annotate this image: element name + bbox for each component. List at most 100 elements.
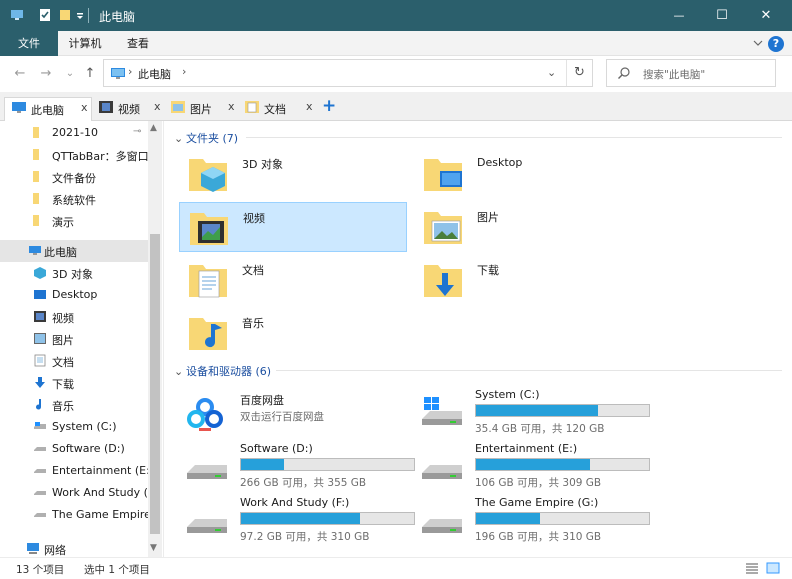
nav-item-drive-g[interactable]: The Game Empire (G:) (0, 504, 148, 526)
nav-item-drive-e[interactable]: Entertainment (E:) (0, 460, 148, 482)
title-bar: 此电脑 — ☐ ✕ (0, 0, 792, 31)
close-button[interactable]: ✕ (743, 0, 789, 31)
new-folder-icon[interactable] (58, 8, 72, 22)
ribbon-tab-view[interactable]: 查看 (116, 31, 160, 56)
refresh-icon[interactable]: ↻ (574, 65, 585, 80)
folder-3d-objects[interactable]: 3D 对象 (179, 149, 407, 199)
nav-item-drive-f[interactable]: Work And Study (F:) (0, 482, 148, 504)
nav-item-this-pc[interactable]: 此电脑 (0, 240, 148, 262)
drive-usage-bar (240, 458, 415, 471)
folder-documents[interactable]: 文档 (179, 255, 407, 305)
close-tab-icon[interactable]: x (154, 100, 161, 113)
large-icons-view-icon[interactable] (766, 562, 780, 574)
close-tab-icon[interactable]: x (81, 101, 88, 114)
scrollbar-thumb[interactable] (150, 234, 160, 534)
maximize-button[interactable]: ☐ (699, 0, 745, 31)
nav-item-documents[interactable]: 文档 (0, 350, 148, 372)
drive-usage-bar (475, 512, 650, 525)
folder-icon (33, 215, 39, 226)
nav-item-qttabbar[interactable]: QTTabBar：多窗口 (0, 144, 148, 166)
tab-pictures[interactable]: 图片 x (170, 97, 240, 121)
recent-locations-button[interactable]: ⌄ (62, 66, 78, 82)
nav-item-pictures[interactable]: 图片 (0, 328, 148, 350)
breadcrumb-separator-icon[interactable]: › (128, 65, 132, 78)
folder-videos[interactable]: 视频 (179, 202, 407, 252)
nav-item-drive-d[interactable]: Software (D:) (0, 438, 148, 460)
devices-group-header[interactable]: ⌄ 设备和驱动器 (6) (174, 363, 271, 379)
drive-d[interactable]: Software (D:) 266 GB 可用，共 355 GB (179, 439, 415, 493)
folder-icon (33, 193, 39, 204)
title-separator (88, 8, 89, 23)
navigation-pane: 2021-10 ⊸ QTTabBar：多窗口 文件备份 系统软件 演示 此电脑 … (0, 121, 163, 557)
group-divider (276, 370, 782, 371)
drive-icon (187, 465, 227, 479)
baidu-netdisk[interactable]: 百度网盘 双击运行百度网盘 (179, 389, 411, 443)
nav-item-3d-objects[interactable]: 3D 对象 (0, 262, 148, 284)
nav-item-system-software[interactable]: 系统软件 (0, 188, 148, 210)
help-button[interactable]: ? (768, 36, 784, 52)
ribbon: 文件 计算机 查看 ? (0, 31, 792, 56)
tab-this-pc[interactable]: 此电脑 x (4, 97, 92, 121)
folder-music[interactable]: 音乐 (179, 308, 407, 358)
folder-desktop[interactable]: Desktop (414, 149, 642, 199)
breadcrumb-separator-icon[interactable]: › (182, 65, 186, 78)
ribbon-tab-file[interactable]: 文件 (0, 31, 58, 56)
scroll-up-icon[interactable]: ▲ (150, 123, 157, 133)
this-pc-icon[interactable] (10, 8, 24, 22)
pin-icon[interactable]: ⊸ (133, 126, 141, 137)
address-dropdown-icon[interactable]: ⌄ (547, 66, 556, 79)
pictures-icon (34, 333, 46, 344)
search-box[interactable]: 搜索"此电脑" (606, 59, 776, 87)
details-view-icon[interactable] (745, 562, 759, 574)
group-divider (246, 137, 782, 138)
drive-subtitle: 双击运行百度网盘 (240, 411, 324, 423)
drive-name: 百度网盘 (240, 394, 284, 407)
expand-ribbon-icon[interactable] (752, 37, 764, 49)
nav-item-2021-10[interactable]: 2021-10 ⊸ (0, 122, 148, 144)
download-icon (35, 377, 45, 388)
3d-objects-folder-icon (189, 159, 227, 192)
nav-item-videos[interactable]: 视频 (0, 306, 148, 328)
nav-item-demo[interactable]: 演示 (0, 210, 148, 232)
nav-item-music[interactable]: 音乐 (0, 394, 148, 416)
scroll-down-icon[interactable]: ▼ (150, 543, 157, 553)
drive-e[interactable]: Entertainment (E:) 106 GB 可用，共 309 GB (414, 439, 650, 493)
customize-toolbar-icon[interactable] (76, 8, 84, 22)
music-folder-icon (189, 318, 227, 350)
cube-icon (34, 267, 46, 279)
music-icon (36, 399, 42, 410)
nav-item-downloads[interactable]: 下载 (0, 372, 148, 394)
close-tab-icon[interactable]: x (306, 100, 313, 113)
drive-g[interactable]: The Game Empire (G:) 196 GB 可用，共 310 GB (414, 493, 650, 547)
folder-downloads[interactable]: 下载 (414, 255, 642, 305)
minimize-button[interactable]: — (656, 0, 702, 31)
nav-item-backup[interactable]: 文件备份 (0, 166, 148, 188)
drive-space: 106 GB 可用，共 309 GB (475, 477, 602, 489)
ribbon-tab-computer[interactable]: 计算机 (60, 31, 110, 56)
nav-item-desktop[interactable]: Desktop (0, 284, 148, 306)
address-row: ← → ⌄ ↑ › 此电脑 › ⌄ ↻ 搜索"此电脑" (0, 56, 792, 92)
drive-icon (34, 447, 46, 451)
folders-group-header[interactable]: ⌄ 文件夹 (7) (174, 130, 238, 146)
tab-videos[interactable]: 视频 x (98, 97, 166, 121)
drive-icon (34, 513, 46, 517)
forward-button[interactable]: → (38, 66, 54, 82)
back-button[interactable]: ← (12, 66, 28, 82)
breadcrumb-this-pc[interactable]: 此电脑 (138, 66, 171, 82)
up-button[interactable]: ↑ (82, 66, 98, 82)
nav-scrollbar[interactable]: ▲ ▼ (148, 121, 162, 557)
tab-documents[interactable]: 文档 x (244, 97, 316, 121)
nav-item-drive-c[interactable]: System (C:) (0, 416, 148, 438)
folder-pictures[interactable]: 图片 (414, 202, 642, 252)
address-bar[interactable]: › 此电脑 › ⌄ ↻ (103, 59, 593, 87)
videos-folder-icon (190, 213, 228, 245)
chevron-down-icon: ⌄ (174, 365, 184, 378)
video-icon (99, 101, 113, 113)
properties-icon[interactable] (38, 8, 52, 22)
arrow-left-icon: ← (14, 66, 26, 81)
drive-space: 196 GB 可用，共 310 GB (475, 531, 602, 543)
drive-f[interactable]: Work And Study (F:) 97.2 GB 可用，共 310 GB (179, 493, 415, 547)
drive-c[interactable]: System (C:) 35.4 GB 可用，共 120 GB (414, 385, 650, 439)
new-tab-button[interactable]: + (322, 96, 336, 116)
close-tab-icon[interactable]: x (228, 100, 235, 113)
